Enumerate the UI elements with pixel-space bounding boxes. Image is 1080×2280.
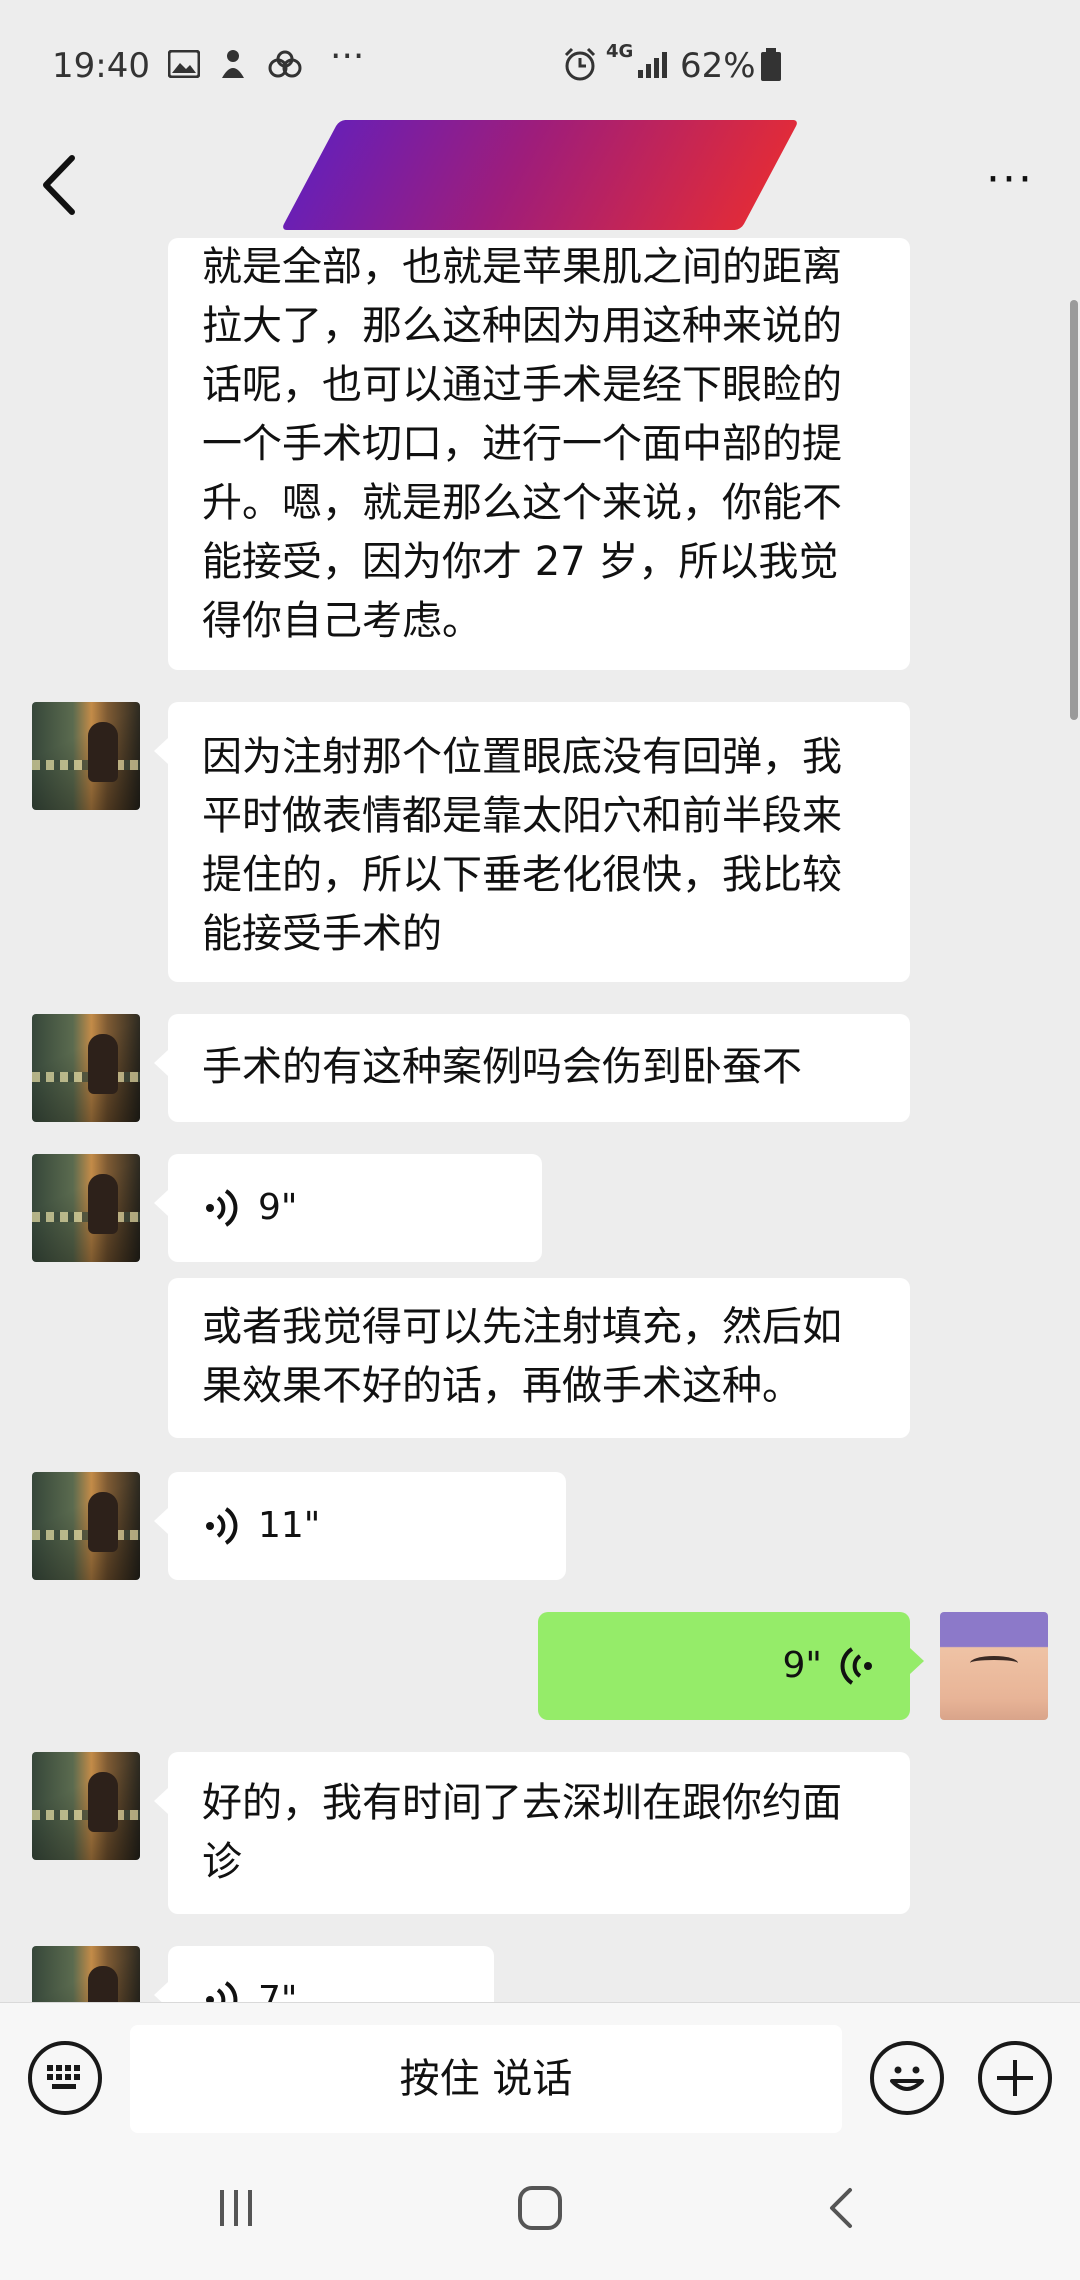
- message-text: 因为注射那个位置眼底没有回弹，我平时做表情都是靠太阳穴和前半段来提住的，所以下垂…: [202, 734, 842, 957]
- signal-icon: [638, 52, 667, 78]
- more-functions-button[interactable]: [978, 2041, 1052, 2115]
- voice-message[interactable]: 11": [154, 1472, 566, 1580]
- home-icon[interactable]: [516, 2184, 564, 2232]
- message-text: 好的，我有时间了去深圳在跟你约面诊: [202, 1780, 842, 1885]
- battery-icon: [761, 48, 781, 81]
- back-icon[interactable]: [822, 2186, 862, 2230]
- more-options-button[interactable]: ···: [970, 140, 1050, 230]
- message-bubble[interactable]: 或者我觉得可以先注射填充，然后如果效果不好的话，再做手术这种。: [168, 1278, 910, 1438]
- input-bar: 按住 说话: [0, 2002, 1080, 2143]
- voice-wave-icon: [840, 1647, 872, 1685]
- message-bubble[interactable]: 因为注射那个位置眼底没有回弹，我平时做表情都是靠太阳穴和前半段来提住的，所以下垂…: [154, 702, 910, 982]
- voice-message-sent[interactable]: 9": [538, 1612, 924, 1720]
- voice-duration: 9": [782, 1645, 822, 1686]
- alarm-icon: [564, 47, 596, 81]
- contact-avatar[interactable]: [32, 702, 140, 810]
- voice-wave-icon: [206, 1189, 238, 1227]
- message-bubble[interactable]: 就是全部，也就是苹果肌之间的距离拉大了，那么这种因为用这种来说的话呢，也可以通过…: [168, 238, 910, 670]
- contact-avatar[interactable]: [32, 1472, 140, 1580]
- cloud-icon: [268, 50, 302, 78]
- smiley-icon: [890, 2066, 924, 2091]
- recent-apps-icon[interactable]: [214, 2186, 260, 2230]
- message-text: 手术的有这种案例吗会伤到卧蚕不: [202, 1044, 802, 1090]
- battery-level: 62%: [680, 46, 756, 86]
- keyboard-icon: [47, 2065, 80, 2089]
- message-text: 就是全部，也就是苹果肌之间的距离拉大了，那么这种因为用这种来说的话呢，也可以通过…: [202, 244, 842, 644]
- network-type: 4G: [606, 41, 634, 62]
- more-notifications-icon: ···: [330, 36, 365, 77]
- status-bar: 19:40 ··· 4G 62%: [0, 0, 1080, 130]
- contact-avatar[interactable]: [32, 1014, 140, 1122]
- contact-avatar[interactable]: [32, 1154, 140, 1262]
- contact-avatar[interactable]: [32, 1752, 140, 1860]
- keyboard-toggle-button[interactable]: [28, 2041, 102, 2115]
- contact-name-redaction: [280, 120, 800, 230]
- message-bubble[interactable]: 好的，我有时间了去深圳在跟你约面诊: [154, 1752, 910, 1914]
- system-nav-bar: [0, 2142, 1080, 2280]
- app-icon: [222, 50, 244, 78]
- status-time: 19:40: [52, 46, 150, 86]
- plus-icon: [997, 2060, 1033, 2096]
- hold-to-talk-button[interactable]: 按住 说话: [130, 2025, 842, 2133]
- voice-duration: 9": [258, 1187, 298, 1228]
- message-bubble[interactable]: 手术的有这种案例吗会伤到卧蚕不: [154, 1014, 910, 1122]
- self-avatar[interactable]: [940, 1612, 1048, 1720]
- back-arrow-icon[interactable]: [28, 140, 98, 230]
- voice-message[interactable]: 9": [154, 1154, 542, 1262]
- scrollbar[interactable]: [1070, 300, 1078, 720]
- emoji-button[interactable]: [870, 2041, 944, 2115]
- voice-duration: 11": [258, 1505, 321, 1546]
- voice-wave-icon: [206, 1507, 238, 1545]
- gallery-icon: [168, 50, 200, 78]
- message-text: 或者我觉得可以先注射填充，然后如果效果不好的话，再做手术这种。: [202, 1304, 842, 1409]
